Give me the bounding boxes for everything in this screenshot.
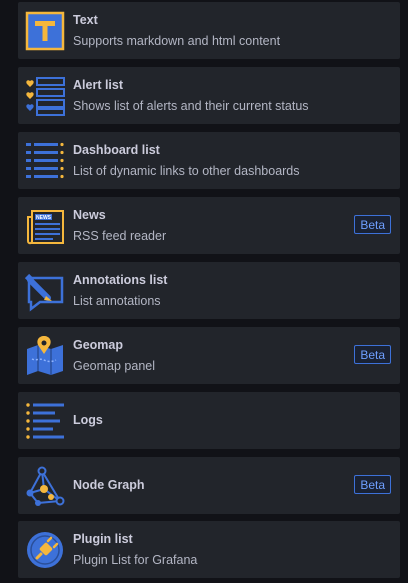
panel-name: Annotations list: [73, 273, 168, 287]
panel-name: Node Graph: [73, 478, 145, 492]
panel-card-plugin-list[interactable]: Plugin list Plugin List for Grafana: [18, 521, 400, 578]
panel-name: Alert list: [73, 78, 124, 92]
panel-card-dashboard-list[interactable]: Dashboard list List of dynamic links to …: [18, 132, 400, 189]
panel-name: News: [73, 208, 106, 222]
logs-icon: [24, 400, 66, 442]
text-panel-icon: [24, 10, 66, 52]
panel-name: Plugin list: [73, 532, 133, 546]
panel-card-alert-list[interactable]: Alert list Shows list of alerts and thei…: [18, 67, 400, 124]
panel-description: Geomap panel: [73, 359, 156, 373]
panel-name: Geomap: [73, 338, 124, 352]
geomap-icon: [24, 335, 66, 377]
panel-card-annotations-list[interactable]: Annotations list List annotations: [18, 262, 400, 319]
node-graph-icon: [24, 465, 66, 507]
panel-description: Supports markdown and html content: [73, 34, 281, 48]
panel-name: Logs: [73, 413, 103, 427]
panel-description: List of dynamic links to other dashboard…: [73, 164, 300, 178]
panel-description: Plugin List for Grafana: [73, 553, 198, 567]
panel-card-node-graph[interactable]: Node Graph Beta: [18, 457, 400, 514]
alert-list-icon: [24, 75, 66, 117]
panel-name: Text: [73, 13, 98, 27]
panel-description: List annotations: [73, 294, 161, 308]
panel-card-text[interactable]: Text Supports markdown and html content: [18, 2, 400, 59]
beta-badge: Beta: [354, 475, 391, 494]
panel-card-news[interactable]: NEWS News RSS feed reader Beta: [18, 197, 400, 254]
annotations-list-icon: [24, 270, 66, 312]
dashboard-list-icon: [24, 140, 66, 182]
beta-badge: Beta: [354, 345, 391, 364]
plugin-list-icon: [24, 529, 66, 571]
beta-badge: Beta: [354, 215, 391, 234]
svg-text:NEWS: NEWS: [36, 215, 52, 221]
panel-description: RSS feed reader: [73, 229, 167, 243]
panel-card-logs[interactable]: Logs: [18, 392, 400, 449]
panel-description: Shows list of alerts and their current s…: [73, 99, 309, 113]
panel-name: Dashboard list: [73, 143, 160, 157]
news-icon: NEWS: [24, 205, 66, 247]
panel-card-geomap[interactable]: Geomap Geomap panel Beta: [18, 327, 400, 384]
